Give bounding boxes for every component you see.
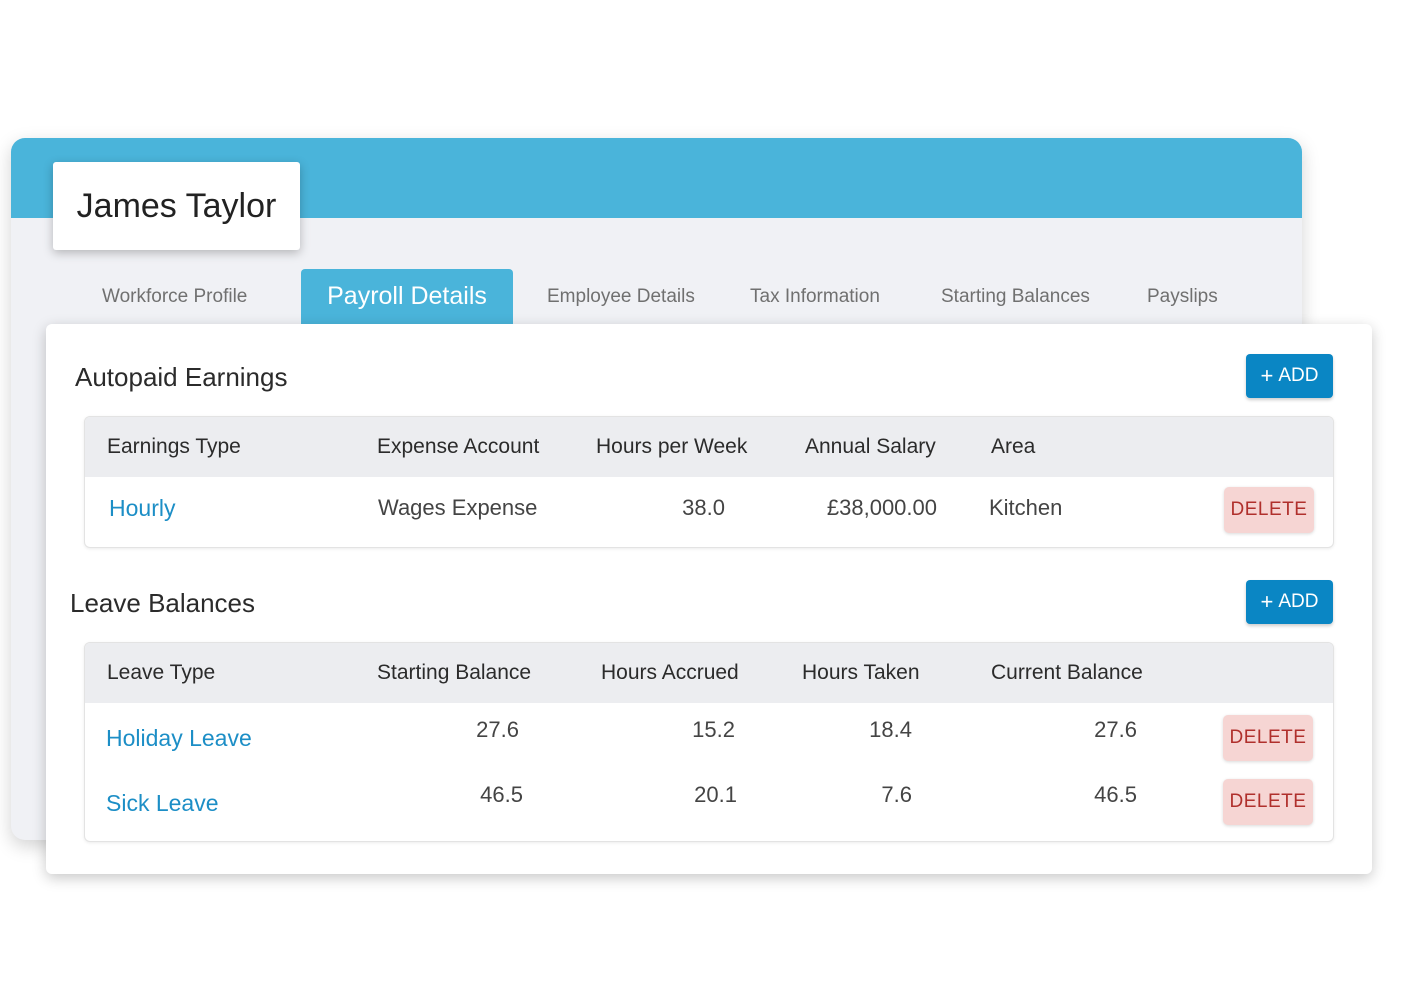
delete-leave-button[interactable]: DELETE xyxy=(1223,715,1313,761)
leave-type-link[interactable]: Holiday Leave xyxy=(106,725,252,752)
delete-earning-button[interactable]: DELETE xyxy=(1224,487,1314,533)
earning-annual-salary: £38,000.00 xyxy=(826,495,937,520)
leave-hours-accrued: 20.1 xyxy=(694,782,737,807)
col-hours-taken: Hours Taken xyxy=(802,661,920,684)
col-starting-balance: Starting Balance xyxy=(377,661,532,684)
tab-payroll-details[interactable]: Payroll Details xyxy=(301,269,513,324)
table-row: Holiday Leave 27.6 15.2 18.4 27.6 DELETE xyxy=(85,703,1333,769)
tab-employee-details[interactable]: Employee Details xyxy=(547,269,695,324)
tab-bar: Workforce Profile Payroll Details Employ… xyxy=(0,269,1300,324)
app-stage: James Taylor Workforce Profile Payroll D… xyxy=(0,0,1406,1000)
leave-current-balance: 27.6 xyxy=(1094,717,1137,742)
plus-icon: + xyxy=(1260,363,1274,388)
leave-hours-taken: 7.6 xyxy=(881,782,912,807)
tab-payslips[interactable]: Payslips xyxy=(1147,269,1218,324)
col-earnings-type: Earnings Type xyxy=(107,435,241,458)
col-expense-account: Expense Account xyxy=(377,435,540,458)
earnings-table: Earnings Type Expense Account Hours per … xyxy=(84,416,1334,548)
earning-area: Kitchen xyxy=(989,495,1063,520)
leave-type-link[interactable]: Sick Leave xyxy=(106,790,219,817)
employee-name: James Taylor xyxy=(76,186,277,225)
add-leave-label: ADD xyxy=(1278,591,1319,612)
leave-starting-balance: 46.5 xyxy=(480,782,523,807)
tab-starting-balances[interactable]: Starting Balances xyxy=(941,269,1090,324)
leave-starting-balance: 27.6 xyxy=(476,717,519,742)
leave-hours-taken: 18.4 xyxy=(869,717,912,742)
tab-workforce-profile[interactable]: Workforce Profile xyxy=(102,269,247,324)
add-earning-label: ADD xyxy=(1278,365,1319,386)
col-current-balance: Current Balance xyxy=(991,661,1143,684)
payroll-details-panel: Autopaid Earnings + ADD Earnings Type Ex… xyxy=(46,324,1372,874)
autopaid-earnings-title: Autopaid Earnings xyxy=(75,362,288,392)
col-hours-accrued: Hours Accrued xyxy=(601,661,739,684)
leave-hours-accrued: 15.2 xyxy=(692,717,735,742)
col-annual-salary: Annual Salary xyxy=(805,435,936,458)
leave-balances-title: Leave Balances xyxy=(70,588,256,618)
earning-expense-account: Wages Expense xyxy=(378,495,538,520)
employee-name-card: James Taylor xyxy=(53,162,300,250)
plus-icon: + xyxy=(1260,589,1274,614)
col-hours-per-week: Hours per Week xyxy=(596,435,748,458)
add-leave-button[interactable]: + ADD xyxy=(1246,580,1333,624)
delete-leave-button[interactable]: DELETE xyxy=(1223,779,1313,825)
table-row: Hourly Wages Expense 38.0 £38,000.00 Kit… xyxy=(85,477,1333,547)
table-row: Sick Leave 46.5 20.1 7.6 46.5 DELETE xyxy=(85,769,1333,835)
leave-table-header: Leave Type Starting Balance Hours Accrue… xyxy=(85,643,1333,703)
add-earning-button[interactable]: + ADD xyxy=(1246,354,1333,398)
col-area: Area xyxy=(991,435,1036,458)
leave-current-balance: 46.5 xyxy=(1094,782,1137,807)
earning-type-link[interactable]: Hourly xyxy=(109,495,175,522)
earnings-table-header: Earnings Type Expense Account Hours per … xyxy=(85,417,1333,477)
leave-table: Leave Type Starting Balance Hours Accrue… xyxy=(84,642,1334,842)
col-leave-type: Leave Type xyxy=(107,661,216,684)
earning-hours-per-week: 38.0 xyxy=(682,495,725,520)
tab-tax-information[interactable]: Tax Information xyxy=(750,269,880,324)
